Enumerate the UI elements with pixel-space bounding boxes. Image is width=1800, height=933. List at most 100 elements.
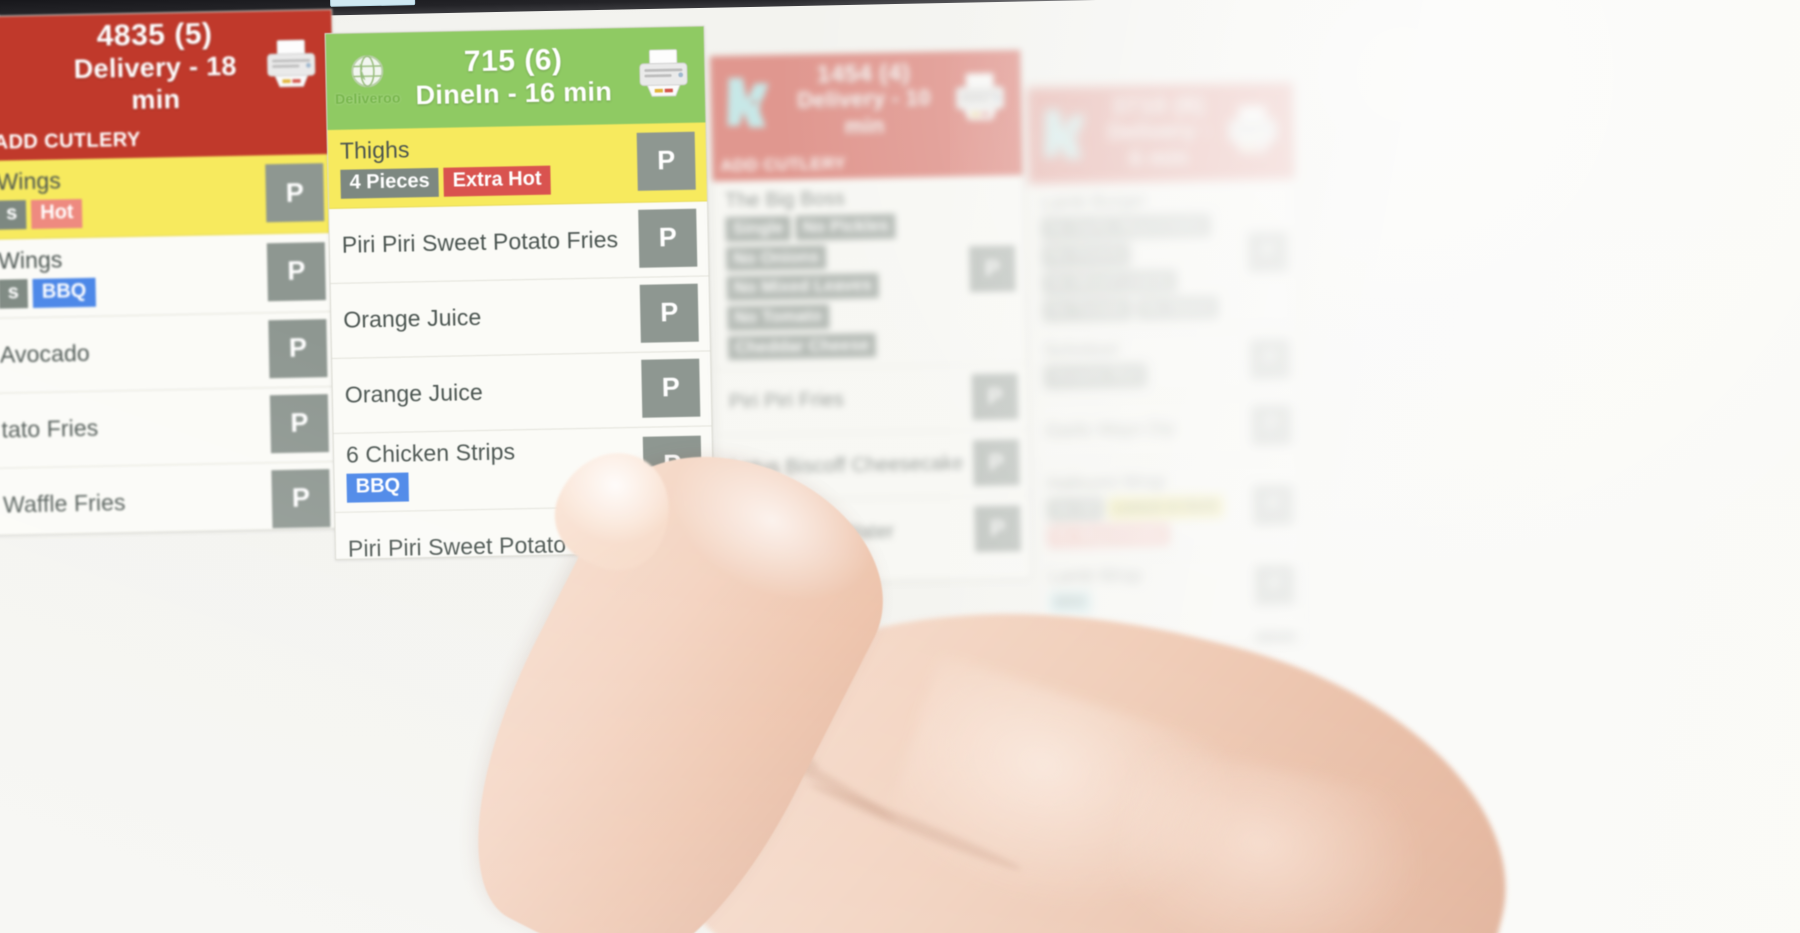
ticket-item-row[interactable]: Avocado P	[0, 311, 339, 394]
item-name: Waffle Fries	[2, 489, 126, 518]
ticket-item-row[interactable]: Lotus Biscoff Cheesecake P	[717, 430, 1030, 503]
modifier-chip: Extra Hot	[443, 165, 551, 197]
order-ticket[interactable]: 1454 (4) Delivery - 10 min ADD CUTLERY T…	[709, 49, 1032, 586]
ticket-item-row[interactable]: Orange Juice P	[330, 276, 711, 359]
item-print-button[interactable]: P	[271, 468, 331, 529]
order-ticket[interactable]: 3710 (6) Delivery - 6 min Lamb Burger No…	[1025, 81, 1305, 647]
ticket-item-row[interactable]: Schnitzel Sesame Bun P	[1031, 326, 1299, 399]
printer-icon	[267, 39, 316, 88]
ticket-header: 1454 (4) Delivery - 10 min	[710, 50, 1022, 153]
ticket-items-list: Wings s Hot P Wings s BBQ P Avocado P ta…	[0, 154, 342, 536]
ticket-item-row[interactable]: Natural Still Water P	[719, 496, 1031, 569]
order-type: Delivery - 18 min	[73, 50, 238, 115]
order-number: 715 (6)	[463, 43, 563, 79]
modifier-chip: Cheddar Cheese	[727, 332, 877, 361]
ticket-item-row[interactable]: 6 Chicken Strips BBQ P	[333, 426, 714, 513]
modifier-chip: No Onions	[1041, 243, 1131, 268]
ticket-header-text: 3710 (6) Delivery - 6 min	[1101, 91, 1221, 172]
item-name: Orange Juice	[343, 303, 482, 333]
item-print-button[interactable]: P	[269, 393, 329, 454]
item-print-button[interactable]: P	[972, 438, 1020, 486]
item-print-button[interactable]: P	[266, 242, 326, 302]
modifier-chip: No Mixed Leaves	[726, 273, 879, 302]
ticket-item-row[interactable]: Lamb Wrap Mild P	[1036, 552, 1304, 625]
ticket-items-list: The Big Boss Single No Pickles No Onions…	[712, 175, 1031, 569]
modifier-chip: No Garlic Mayonnaise	[1041, 214, 1211, 241]
item-details: Piri Piri Sweet Potato Fries	[335, 513, 645, 560]
ticket-item-row[interactable]: Garlic Mayo Dip P	[1033, 393, 1301, 465]
printer-icon	[1228, 105, 1277, 153]
item-print-button[interactable]: P	[642, 435, 702, 495]
item-print-button[interactable]: P	[636, 131, 696, 191]
modifier-chip: No Oil	[1047, 497, 1104, 521]
modifier-chip: BBQ	[32, 277, 96, 308]
print-ticket-button[interactable]	[258, 33, 325, 96]
item-print-button[interactable]: P	[974, 505, 1022, 553]
print-ticket-button[interactable]	[630, 43, 697, 106]
ticket-item-row[interactable]: Lamb Burger No Garlic Mayonnaise No Onio…	[1028, 178, 1298, 333]
item-name: Wings	[0, 246, 63, 274]
item-print-button[interactable]: P	[1249, 338, 1291, 380]
item-print-button[interactable]: P	[641, 358, 701, 418]
ticket-item-row[interactable]: tato Fries P	[0, 386, 341, 469]
ticket-brand	[0, 70, 56, 71]
item-details	[1038, 627, 1257, 647]
ticket-brand	[1035, 105, 1102, 164]
item-print-button[interactable]: P	[639, 283, 699, 343]
ticket-item-row[interactable]: Orange Juice P	[332, 351, 712, 434]
item-print-button[interactable]: P	[1251, 404, 1293, 446]
brand-label: Deliveroo	[334, 89, 401, 107]
item-name: Wings	[0, 167, 62, 195]
item-name: Schnitzel	[1043, 339, 1119, 361]
print-ticket-button[interactable]	[946, 66, 1013, 129]
ticket-item-row[interactable]: Piri Piri Sweet Potato Fries P	[329, 201, 709, 284]
item-print-button[interactable]: P	[1252, 484, 1294, 526]
modifier-chip: s	[0, 200, 27, 230]
item-print-button[interactable]: P	[1255, 631, 1297, 647]
ticket-item-row[interactable]: Wings s BBQ P	[0, 232, 338, 319]
item-modifiers: s Hot	[0, 195, 258, 230]
item-modifiers: Mild	[1048, 588, 1247, 615]
ticket-item-row[interactable]: Waffle Fries P	[0, 461, 342, 536]
print-ticket-button[interactable]	[1219, 99, 1286, 162]
order-ticket[interactable]: Deliveroo 715 (6) DineIn - 16 min Thighs…	[324, 25, 716, 560]
ticket-brand: Deliveroo	[334, 54, 401, 107]
item-details: Orange Juice	[332, 360, 642, 424]
item-name: The Big Boss	[724, 187, 846, 213]
ticket-header: 3710 (6) Delivery - 6 min	[1026, 82, 1295, 184]
item-details: Garlic Mayo Dip	[1033, 401, 1252, 454]
ticket-item-row[interactable]: Piri Piri Sweet Potato Fries P	[335, 504, 715, 560]
item-modifiers: s BBQ	[0, 274, 260, 309]
deliveroo-roo-icon	[727, 77, 769, 128]
item-modifiers: No Garlic Mayonnaise No Onions No Mixed …	[1041, 214, 1241, 322]
item-print-button[interactable]: P	[968, 245, 1016, 293]
item-details: Schnitzel Sesame Bun	[1032, 335, 1251, 389]
item-print-button[interactable]: P	[268, 318, 328, 379]
item-print-button[interactable]: P	[644, 512, 704, 560]
item-print-button[interactable]: P	[1247, 231, 1289, 273]
order-ticket[interactable]: 4835 (5) Delivery - 18 min ADD CUTLERY W…	[0, 8, 343, 536]
order-type: DineIn - 16 min	[415, 75, 613, 110]
item-details: Waffle Fries	[0, 470, 272, 534]
item-print-button[interactable]: P	[638, 208, 698, 268]
item-print-button[interactable]: P	[971, 372, 1019, 420]
item-print-button[interactable]: P	[1254, 564, 1296, 606]
item-details: Lotus Biscoff Cheesecake	[718, 438, 974, 492]
item-details: Natural Still Water	[719, 504, 975, 559]
ticket-item-row[interactable]: Piri Piri Fries P	[716, 364, 1028, 437]
order-number: 3710 (6)	[1111, 91, 1206, 121]
ticket-item-row[interactable]: The Big Boss Single No Pickles No Onions…	[712, 175, 1027, 371]
ticket-item-row[interactable]: Wings s Hot P	[0, 154, 336, 240]
ticket-item-row[interactable]: Thighs 4 Pieces Extra Hot P	[327, 122, 708, 209]
order-number: 1454 (4)	[816, 59, 911, 89]
item-name: Lamb Burger	[1040, 190, 1147, 213]
item-details: tato Fries	[0, 395, 271, 459]
item-print-button[interactable]: P	[265, 163, 325, 223]
ticket-header-text: 1454 (4) Delivery - 10 min	[784, 59, 948, 141]
item-name: Lamb Wrap	[1048, 565, 1143, 587]
item-name: Orange Juice	[344, 378, 484, 408]
item-details: Thighs 4 Pieces Extra Hot	[328, 131, 638, 199]
item-modifiers: Single No Pickles No Onions No Mixed Lea…	[725, 213, 963, 361]
ticket-item-row[interactable]: Halloumi Wrap No Oil Lemon & Herb No May…	[1034, 459, 1303, 559]
ticket-item-row[interactable]: P	[1037, 619, 1305, 647]
